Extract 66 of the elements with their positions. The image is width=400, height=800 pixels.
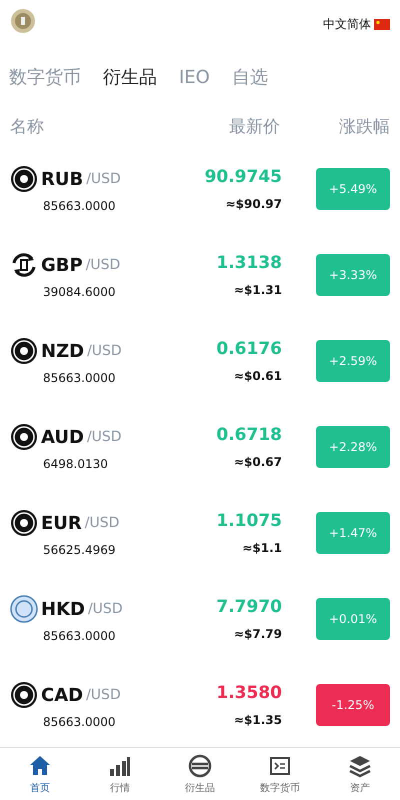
- usd-value: ≈$7.79: [234, 627, 282, 641]
- price: 0.6718: [216, 425, 282, 445]
- quote-currency: /USD: [86, 429, 122, 445]
- volume: 39084.6000: [43, 285, 117, 299]
- tab[interactable]: 数字货币: [8, 66, 82, 90]
- volume: 85663.0000: [43, 199, 117, 213]
- usd-value: ≈$1.1: [242, 541, 282, 555]
- usd-value: ≈$0.61: [234, 369, 282, 383]
- currency-symbol: EUR: [41, 512, 82, 534]
- usd-value: ≈$0.67: [234, 455, 282, 469]
- currency-symbol: AUD: [41, 426, 84, 448]
- usd-value: ≈$1.31: [234, 283, 282, 297]
- logo-icon: [10, 8, 36, 34]
- nav-item[interactable]: 资产: [320, 748, 400, 800]
- change-badge[interactable]: +2.28%: [316, 426, 390, 468]
- nav-item[interactable]: 行情: [80, 748, 160, 800]
- column-header: 最新价: [228, 116, 280, 138]
- price: 1.3138: [216, 253, 282, 273]
- layers-icon: [348, 754, 372, 778]
- volume: 6498.0130: [43, 457, 109, 471]
- coin-icon: [10, 251, 38, 279]
- nav-item[interactable]: 衍生品: [160, 748, 240, 800]
- change-badge[interactable]: +2.59%: [316, 340, 390, 382]
- currency-symbol: HKD: [41, 598, 85, 620]
- quote-currency: /USD: [84, 515, 120, 531]
- currency-symbol: CAD: [41, 684, 84, 706]
- coin-icon: [10, 165, 38, 193]
- coin-icon: [10, 681, 38, 709]
- change-badge[interactable]: +3.33%: [316, 254, 390, 296]
- change-badge[interactable]: -1.25%: [316, 684, 390, 726]
- quote-currency: /USD: [87, 343, 122, 359]
- tab[interactable]: 自选: [230, 66, 269, 90]
- price: 7.7970: [216, 597, 282, 617]
- change-badge[interactable]: +0.01%: [316, 598, 390, 640]
- change-badge[interactable]: +5.49%: [316, 168, 390, 210]
- volume: 85663.0000: [43, 629, 117, 643]
- nav-item[interactable]: 首页: [0, 748, 80, 800]
- tab[interactable]: 衍生品: [102, 66, 158, 90]
- coin-icon: [10, 423, 38, 451]
- price: 1.1075: [216, 511, 282, 531]
- column-header: 名称: [10, 116, 45, 138]
- usd-value: ≈$90.97: [226, 197, 282, 211]
- coin-icon: [10, 509, 38, 537]
- volume: 85663.0000: [43, 715, 117, 729]
- change-badge[interactable]: +1.47%: [316, 512, 390, 554]
- price: 90.9745: [204, 167, 282, 187]
- currency-symbol: NZD: [41, 340, 84, 362]
- price: 0.6176: [216, 339, 282, 359]
- tab[interactable]: IEO: [178, 66, 211, 90]
- flag-icon: [374, 19, 390, 30]
- volume: 85663.0000: [43, 371, 117, 385]
- currency-symbol: RUB: [41, 168, 84, 190]
- currency-symbol: GBP: [41, 254, 83, 276]
- quote-currency: /USD: [86, 687, 121, 703]
- coin-icon: [10, 595, 38, 623]
- quote-currency: /USD: [88, 601, 123, 617]
- quote-currency: /USD: [86, 171, 121, 187]
- column-header: 涨跌幅: [338, 116, 390, 138]
- coin-icon: [10, 337, 38, 365]
- nav-item[interactable]: 数字货币: [240, 748, 320, 800]
- volume: 56625.4969: [43, 543, 117, 557]
- language-selector[interactable]: 中文简体: [323, 16, 371, 33]
- price: 1.3580: [216, 683, 282, 703]
- usd-value: ≈$1.35: [234, 713, 282, 727]
- home-icon: [28, 754, 52, 778]
- quote-currency: /USD: [86, 257, 120, 273]
